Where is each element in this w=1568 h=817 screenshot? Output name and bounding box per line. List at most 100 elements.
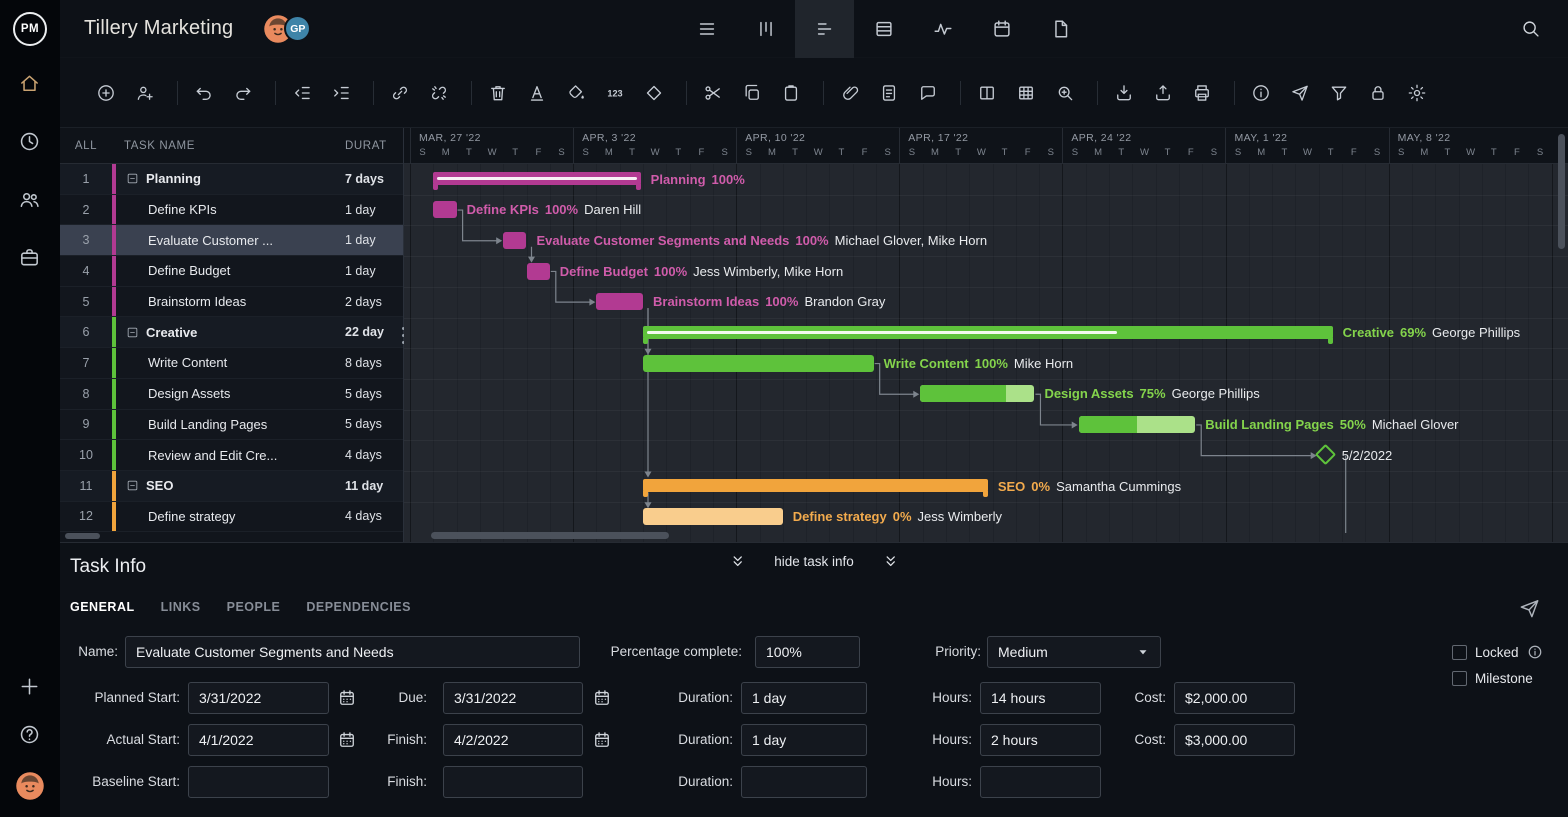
tab-dependencies[interactable]: DEPENDENCIES	[306, 600, 411, 614]
table-row[interactable]: 7Write Content8 days	[60, 348, 403, 379]
table-row[interactable]: 12Define strategy4 days	[60, 502, 403, 533]
actual-hours-input[interactable]	[980, 724, 1101, 756]
paste-icon[interactable]	[779, 81, 803, 105]
info-icon[interactable]	[1249, 81, 1273, 105]
actual-cost-input[interactable]	[1174, 724, 1295, 756]
redo-icon[interactable]	[231, 81, 255, 105]
planned-start-input[interactable]	[188, 682, 329, 714]
gantt-task-bar[interactable]	[1079, 416, 1196, 433]
gantt-task-bar[interactable]	[920, 385, 1034, 402]
gantt-summary-bar[interactable]	[643, 479, 988, 492]
delete-icon[interactable]	[486, 81, 510, 105]
member-avatar-initials[interactable]: GP	[284, 15, 311, 42]
task-duration-cell[interactable]: 4 days	[345, 448, 403, 462]
gantt-vertical-scrollbar[interactable]	[1558, 134, 1565, 249]
add-task-icon[interactable]	[94, 81, 118, 105]
pm-logo[interactable]: PM	[13, 12, 47, 46]
table-row[interactable]: 5Brainstorm Ideas2 days	[60, 287, 403, 318]
table-row[interactable]: 8Design Assets5 days	[60, 379, 403, 410]
task-duration-cell[interactable]: 22 day	[345, 325, 403, 339]
table-row[interactable]: 9Build Landing Pages5 days	[60, 410, 403, 441]
gantt-task-bar[interactable]	[433, 201, 456, 218]
search-icon[interactable]	[1520, 14, 1550, 44]
planned-start-calendar-icon[interactable]	[337, 687, 359, 709]
table-row[interactable]: 2Define KPIs1 day	[60, 195, 403, 226]
copy-icon[interactable]	[740, 81, 764, 105]
help-icon[interactable]	[18, 723, 42, 747]
task-name-cell[interactable]: Define KPIs	[116, 202, 345, 217]
column-header-all[interactable]: ALL	[60, 140, 112, 152]
baseline-hours-input[interactable]	[980, 766, 1101, 798]
task-duration-cell[interactable]: 8 days	[345, 356, 403, 370]
table-grid-icon[interactable]	[1014, 81, 1038, 105]
filter-icon[interactable]	[1327, 81, 1351, 105]
task-name-cell[interactable]: SEO	[116, 478, 345, 493]
task-duration-cell[interactable]: 7 days	[345, 172, 403, 186]
indent-icon[interactable]	[329, 81, 353, 105]
locked-checkbox[interactable]	[1452, 645, 1467, 660]
task-name-cell[interactable]: Write Content	[116, 355, 345, 370]
import-icon[interactable]	[1112, 81, 1136, 105]
task-duration-cell[interactable]: 2 days	[345, 295, 403, 309]
table-row[interactable]: 1Planning7 days	[60, 164, 403, 195]
notes-icon[interactable]	[877, 81, 901, 105]
send-icon[interactable]	[1518, 597, 1542, 621]
member-avatars[interactable]: GP	[263, 14, 311, 44]
actual-finish-calendar-icon[interactable]	[592, 729, 614, 751]
view-gantt-tab[interactable]	[795, 0, 854, 58]
undo-icon[interactable]	[192, 81, 216, 105]
task-name-cell[interactable]: Build Landing Pages	[116, 417, 345, 432]
planned-duration-input[interactable]	[741, 682, 867, 714]
team-icon[interactable]	[18, 188, 42, 212]
cut-icon[interactable]	[701, 81, 725, 105]
planned-cost-input[interactable]	[1174, 682, 1295, 714]
assign-people-icon[interactable]	[133, 81, 157, 105]
fill-color-icon[interactable]	[564, 81, 588, 105]
task-duration-cell[interactable]: 11 day	[345, 479, 403, 493]
home-icon[interactable]	[18, 72, 42, 96]
baseline-finish-input[interactable]	[443, 766, 583, 798]
zoom-icon[interactable]	[1053, 81, 1077, 105]
task-name-cell[interactable]: Review and Edit Cre...	[116, 448, 345, 463]
task-name-cell[interactable]: Design Assets	[116, 386, 345, 401]
view-list-tab[interactable]	[677, 0, 736, 58]
table-row[interactable]: 11SEO11 day	[60, 471, 403, 502]
table-row[interactable]: 10Review and Edit Cre...4 days	[60, 440, 403, 471]
export-icon[interactable]	[1151, 81, 1175, 105]
view-sheet-tab[interactable]	[854, 0, 913, 58]
settings-icon[interactable]	[1405, 81, 1429, 105]
numbers-icon[interactable]: 123	[603, 81, 627, 105]
actual-finish-input[interactable]	[443, 724, 583, 756]
share-icon[interactable]	[1288, 81, 1312, 105]
gantt-task-bar[interactable]	[643, 355, 874, 372]
task-name-cell[interactable]: Planning	[116, 171, 345, 186]
milestone-icon[interactable]	[642, 81, 666, 105]
task-name-cell[interactable]: Evaluate Customer ...	[116, 233, 345, 248]
user-avatar-icon[interactable]	[15, 771, 45, 801]
attach-link-icon[interactable]	[838, 81, 862, 105]
lock-icon[interactable]	[1366, 81, 1390, 105]
comment-icon[interactable]	[916, 81, 940, 105]
column-header-duration[interactable]: DURAT	[345, 140, 403, 152]
task-name-cell[interactable]: Brainstorm Ideas	[116, 294, 345, 309]
split-view-icon[interactable]	[975, 81, 999, 105]
task-duration-cell[interactable]: 5 days	[345, 417, 403, 431]
planned-hours-input[interactable]	[980, 682, 1101, 714]
gantt-summary-bar[interactable]	[643, 326, 1333, 339]
collapse-group-icon[interactable]	[126, 479, 139, 492]
actual-start-calendar-icon[interactable]	[337, 729, 359, 751]
view-calendar-tab[interactable]	[972, 0, 1031, 58]
view-board-tab[interactable]	[736, 0, 795, 58]
tab-general[interactable]: GENERAL	[70, 600, 135, 614]
task-name-cell[interactable]: Define Budget	[116, 263, 345, 278]
link-tasks-icon[interactable]	[388, 81, 412, 105]
baseline-duration-input[interactable]	[741, 766, 867, 798]
collapse-group-icon[interactable]	[126, 172, 139, 185]
table-row[interactable]: 3Evaluate Customer ...1 day	[60, 225, 403, 256]
view-doc-tab[interactable]	[1031, 0, 1090, 58]
gantt-horizontal-scrollbar[interactable]	[431, 532, 669, 539]
priority-select[interactable]: Medium	[987, 636, 1161, 668]
info-icon[interactable]	[1527, 644, 1543, 660]
outdent-icon[interactable]	[290, 81, 314, 105]
hide-task-info-toggle[interactable]: hide task info	[729, 553, 899, 570]
